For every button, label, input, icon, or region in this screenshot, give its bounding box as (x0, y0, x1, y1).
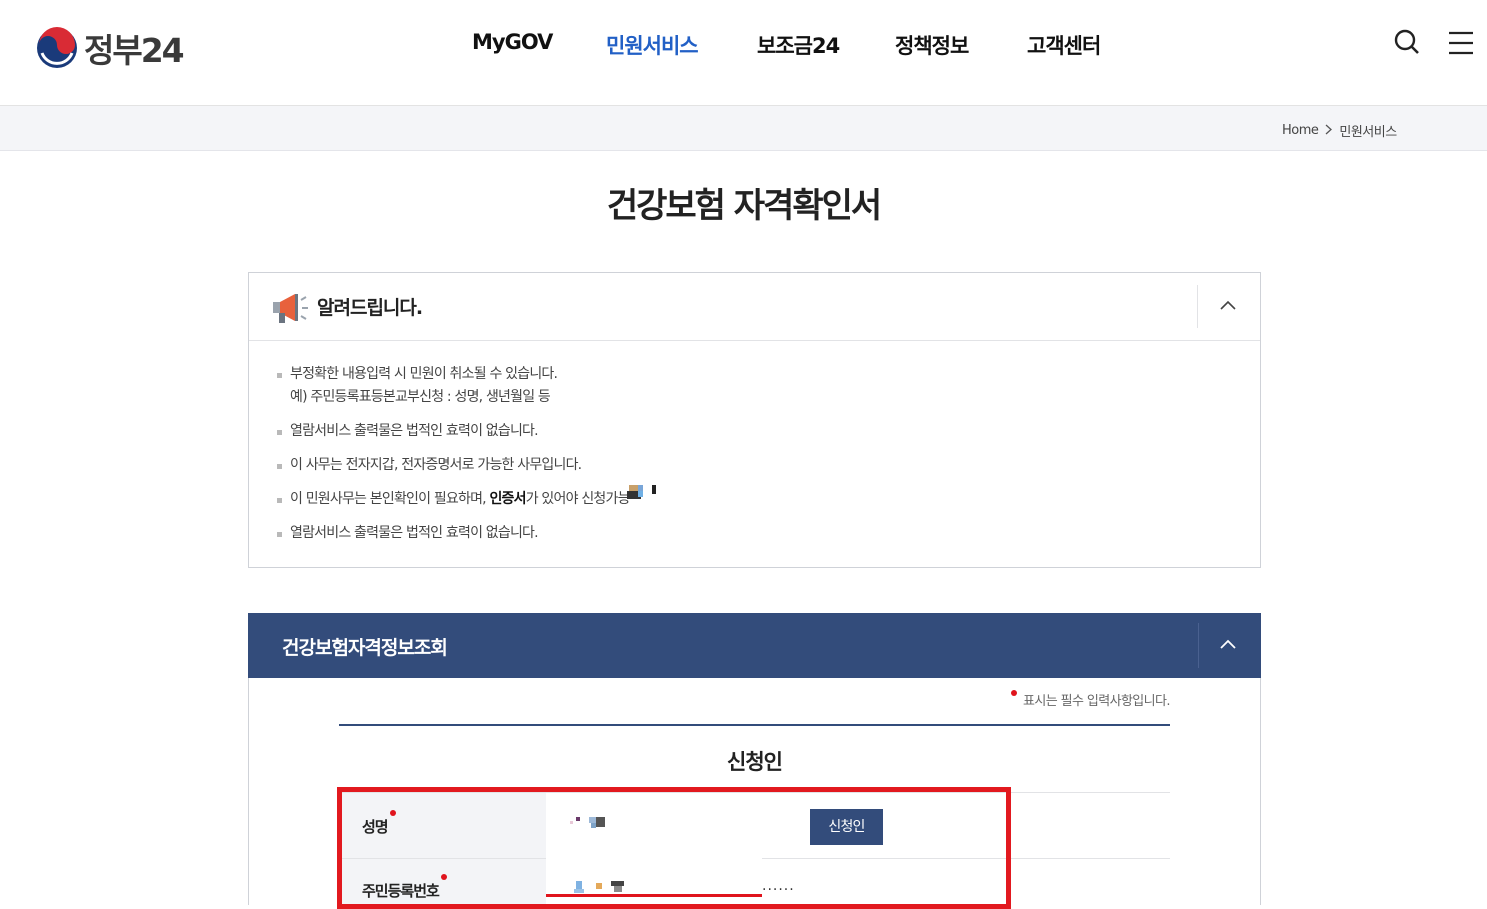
required-dot-icon (440, 874, 447, 880)
notice-item-text: 부정확한 내용입력 시 민원이 취소될 수 있습니다. (290, 366, 558, 382)
id-number-label-text: 주민등록번호 (362, 882, 440, 900)
breadcrumb-home[interactable]: Home (1282, 123, 1319, 138)
page-title: 건강보험 자격확인서 (606, 186, 882, 226)
notice-title: 알려드립니다. (317, 297, 423, 319)
nav-customer-center[interactable]: 고객센터 (1027, 30, 1101, 60)
notice-list: 부정확한 내용입력 시 민원이 취소될 수 있습니다. 예) 주민등록표등본교부… (277, 363, 659, 545)
notice-item: 열람서비스 출력물은 법적인 효력이 없습니다. (277, 522, 659, 545)
nav-civil-service[interactable]: 민원서비스 (606, 30, 699, 60)
id-masked-text: ······ (762, 882, 795, 898)
breadcrumb-current[interactable]: 민원서비스 (1339, 121, 1397, 140)
name-value-redacted (570, 817, 605, 828)
divider (1198, 623, 1199, 668)
notice-item: 열람서비스 출력물은 법적인 효력이 없습니다. (277, 420, 659, 443)
nav-mygov[interactable]: MyGOV (472, 30, 553, 54)
name-label: 성명 (362, 810, 402, 837)
chevron-up-icon[interactable] (1211, 289, 1245, 323)
section-header: 건강보험자격정보조회 (248, 613, 1261, 678)
form-top-line (339, 724, 1170, 726)
breadcrumb: Home 민원서비스 (1282, 121, 1397, 140)
name-label-text: 성명 (362, 818, 389, 836)
nav-subsidy24[interactable]: 보조금24 (757, 30, 840, 60)
notice-panel: 알려드립니다. 부정확한 내용입력 시 민원이 취소될 수 있습니다. 예) 주… (248, 272, 1261, 568)
required-note-text: 표시는 필수 입력사항입니다. (1023, 694, 1171, 709)
breadcrumb-bar: Home 민원서비스 (0, 106, 1487, 151)
required-dot-icon (1011, 690, 1017, 696)
notice-header: 알려드립니다. (249, 273, 1260, 341)
section-title: 건강보험자격정보조회 (282, 637, 448, 659)
required-note: 표시는 필수 입력사항입니다. (1011, 690, 1171, 709)
notice-item-example: 예) 주민등록표등본교부신청 : 성명, 생년월일 등 (290, 389, 550, 405)
nav-policy-info[interactable]: 정책정보 (895, 30, 969, 60)
notice-item-text: 가 있어야 신청가능합 (525, 491, 630, 507)
notice-item-text: 열람서비스 출력물은 법적인 효력이 없습니다. (290, 423, 539, 439)
search-icon[interactable] (1393, 27, 1421, 57)
id-number-back-masked[interactable]: ······ (762, 882, 795, 898)
notice-item-text: 열람서비스 출력물은 법적인 효력이 없습니다. (290, 525, 539, 541)
chevron-right-icon (1325, 124, 1333, 138)
notice-item: 이 민원사무는 본인확인이 필요하며, 인증서가 있어야 신청가능합 (277, 485, 659, 511)
notice-item-text: 이 민원사무는 본인확인이 필요하며, (290, 491, 490, 507)
id-number-label: 주민등록번호 (362, 874, 453, 901)
applicant-button[interactable]: 신청인 (810, 809, 883, 845)
megaphone-icon (273, 294, 308, 323)
site-header: 정부24 MyGOV 민원서비스 보조금24 정책정보 고객센터 (0, 0, 1487, 106)
notice-item-bold: 인증서 (489, 491, 526, 507)
chevron-up-icon[interactable] (1211, 628, 1245, 662)
id-number-redacted (574, 881, 624, 893)
notice-item-text: 이 사무는 전자지갑, 전자증명서로 가능한 사무입니다. (290, 457, 582, 473)
main-nav: MyGOV 민원서비스 보조금24 정책정보 고객센터 (0, 30, 1487, 60)
divider (1197, 285, 1198, 328)
required-dot-icon (389, 810, 396, 816)
form-title: 신청인 (727, 750, 783, 774)
notice-item: 부정확한 내용입력 시 민원이 취소될 수 있습니다. 예) 주민등록표등본교부… (277, 363, 659, 409)
hamburger-menu-icon[interactable] (1448, 31, 1474, 55)
pixelated-redaction (627, 485, 657, 499)
notice-item: 이 사무는 전자지갑, 전자증명서로 가능한 사무입니다. (277, 454, 659, 477)
